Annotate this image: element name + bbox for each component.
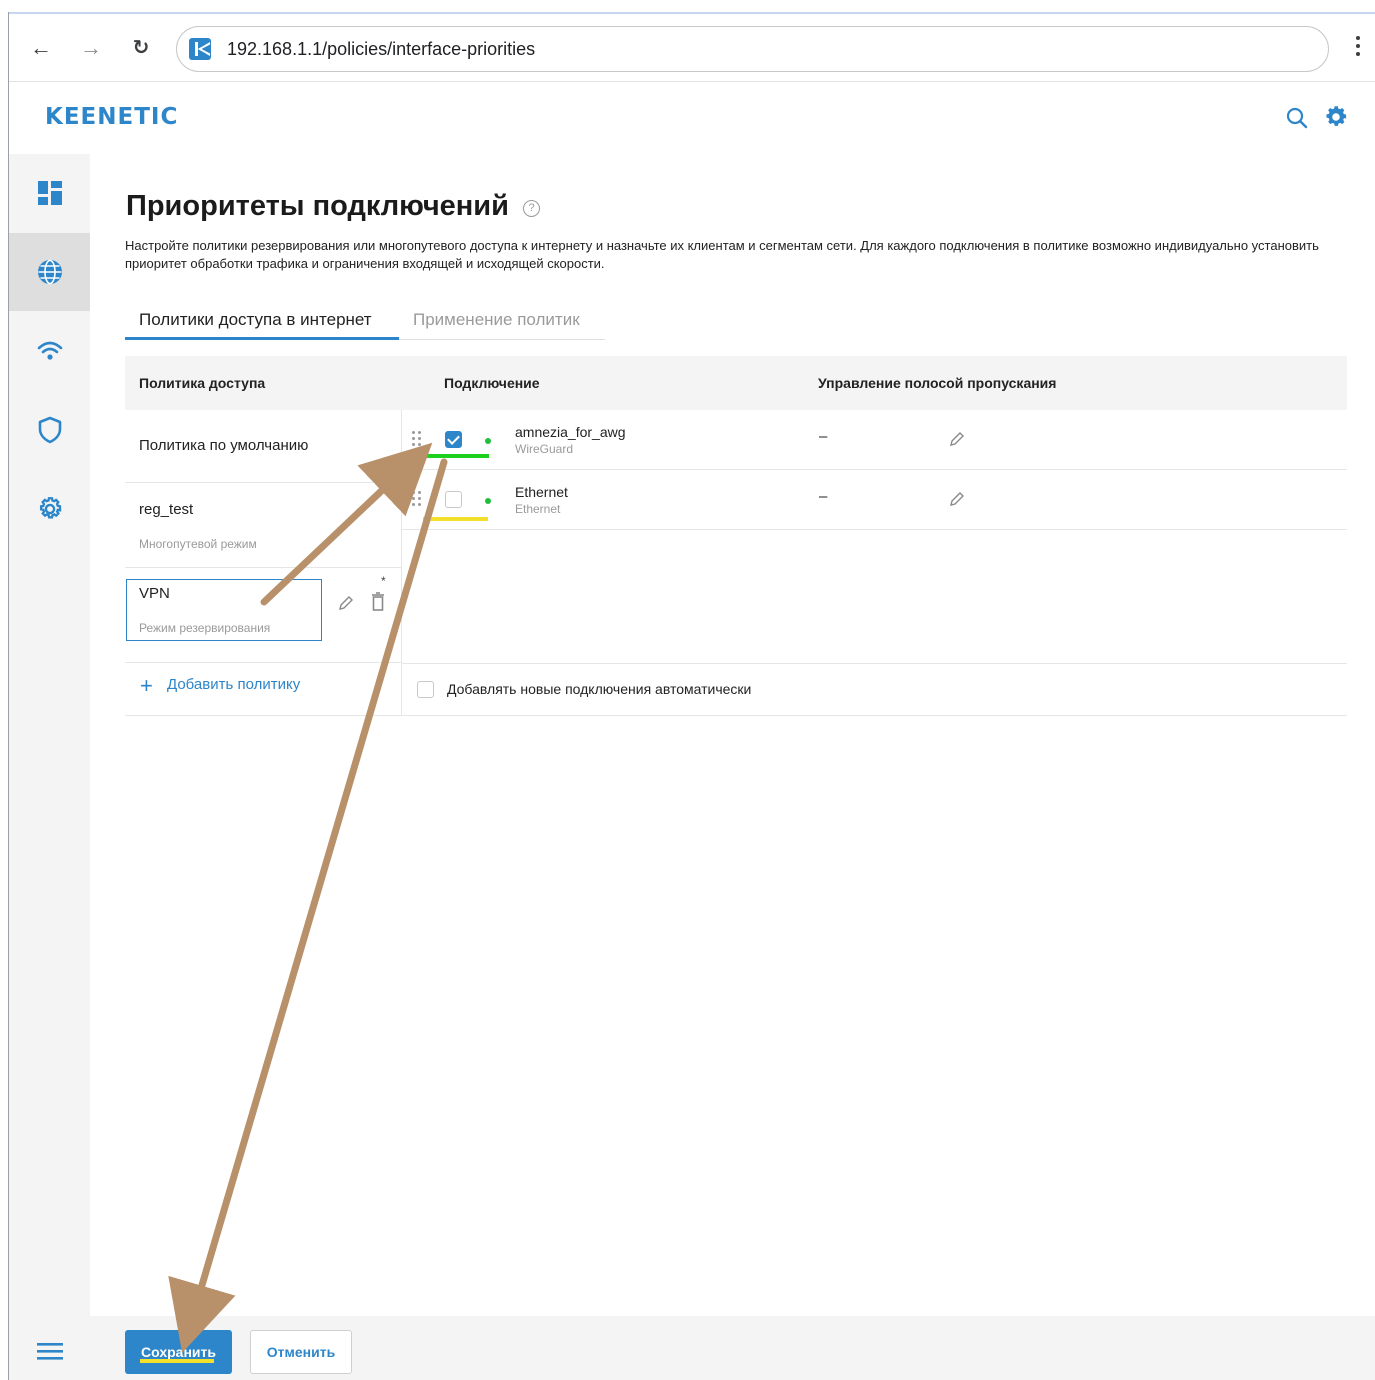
save-button[interactable]: Сохранить <box>125 1330 232 1374</box>
tab-internet-policies[interactable]: Политики доступа в интернет <box>139 310 372 330</box>
page-title: Приоритеты подключений <box>126 190 509 222</box>
address-bar[interactable]: 192.168.1.1/policies/interface-prioritie… <box>176 26 1329 72</box>
cancel-button[interactable]: Отменить <box>250 1330 352 1374</box>
policy-name: Политика по умолчанию <box>139 437 309 454</box>
column-header-policy: Политика доступа <box>139 375 266 391</box>
sidebar-menu-button[interactable] <box>9 1312 90 1380</box>
connection-name: Ethernet <box>515 484 568 500</box>
sidebar-item-internet[interactable] <box>9 233 90 311</box>
search-icon[interactable] <box>1285 106 1309 130</box>
connection-checkbox[interactable] <box>445 431 462 448</box>
connection-row-amnezia[interactable]: amnezia_for_awg WireGuard – <box>402 410 1347 470</box>
footer-bar: Сохранить Отменить <box>90 1316 1375 1380</box>
auto-add-row: Добавлять новые подключения автоматическ… <box>402 663 1347 716</box>
app-header: KEENETIC <box>9 82 1375 154</box>
shield-icon <box>38 416 61 444</box>
keenetic-favicon-icon <box>189 38 211 60</box>
connection-row-ethernet[interactable]: Ethernet Ethernet – <box>402 470 1347 530</box>
gear-icon <box>39 497 61 519</box>
connection-type: WireGuard <box>515 442 574 456</box>
policy-row-default[interactable]: Политика по умолчанию <box>125 410 401 483</box>
wifi-icon <box>37 341 62 360</box>
tab-apply-policies[interactable]: Применение политик <box>413 310 580 330</box>
table-header: Политика доступа Подключение Управление … <box>125 356 1347 410</box>
browser-menu-icon[interactable] <box>1355 36 1361 60</box>
policy-row-vpn[interactable]: VPN Режим резервирования * <box>125 568 401 663</box>
hamburger-icon <box>36 1343 63 1360</box>
connection-checkbox[interactable] <box>445 491 462 508</box>
settings-gear-icon[interactable] <box>1323 104 1349 130</box>
edit-pencil-icon[interactable] <box>948 490 966 508</box>
sidebar <box>9 154 90 1380</box>
bandwidth-value: – <box>819 488 828 505</box>
status-dot <box>485 498 491 504</box>
policy-mode: Многопутевой режим <box>139 537 257 551</box>
plus-icon: + <box>140 673 153 698</box>
connection-type: Ethernet <box>515 502 561 516</box>
tabs: Политики доступа в интернет Применение п… <box>125 304 605 340</box>
help-icon[interactable]: ? <box>523 200 540 217</box>
auto-add-label[interactable]: Добавлять новые подключения автоматическ… <box>447 681 751 697</box>
edit-pencil-icon[interactable] <box>337 594 355 612</box>
browser-toolbar: ← → ↻ 192.168.1.1/policies/interface-pri… <box>9 14 1375 82</box>
sidebar-item-dashboard[interactable] <box>9 154 90 232</box>
trash-icon[interactable] <box>370 592 386 612</box>
sidebar-item-management[interactable] <box>9 470 90 548</box>
unsaved-marker: * <box>381 574 386 588</box>
reload-icon[interactable]: ↻ <box>127 34 155 62</box>
auto-add-checkbox[interactable] <box>417 681 434 698</box>
dashboard-icon <box>37 181 62 205</box>
arrow-right-icon[interactable]: → <box>77 34 105 62</box>
policy-name: reg_test <box>139 501 194 518</box>
main-content: Приоритеты подключений ? Настройте полит… <box>90 154 1375 1316</box>
column-header-bandwidth: Управление полосой пропускания <box>818 375 1057 391</box>
policy-row-reg-test[interactable]: reg_test Многопутевой режим <box>125 483 401 568</box>
globe-icon <box>37 259 62 285</box>
connection-name: amnezia_for_awg <box>515 424 626 440</box>
drag-handle-icon[interactable] <box>412 491 424 507</box>
edit-pencil-icon[interactable] <box>948 430 966 448</box>
url-text[interactable]: 192.168.1.1/policies/interface-prioritie… <box>227 39 535 60</box>
arrow-left-icon[interactable]: ← <box>27 34 55 62</box>
sidebar-item-wifi[interactable] <box>9 312 90 390</box>
column-header-connection: Подключение <box>444 375 540 391</box>
sidebar-item-security[interactable] <box>9 391 90 469</box>
status-dot <box>485 438 491 444</box>
bandwidth-value: – <box>819 428 828 445</box>
policy-name: VPN <box>139 585 170 602</box>
keenetic-logo[interactable]: KEENETIC <box>45 104 178 130</box>
add-policy-label: Добавить политику <box>167 676 301 693</box>
add-policy-button[interactable]: + Добавить политику <box>125 663 401 716</box>
drag-handle-icon[interactable] <box>412 431 424 447</box>
active-tab-indicator <box>125 337 399 340</box>
page-description: Настройте политики резервирования или мн… <box>125 238 1319 271</box>
policy-mode: Режим резервирования <box>139 621 271 635</box>
